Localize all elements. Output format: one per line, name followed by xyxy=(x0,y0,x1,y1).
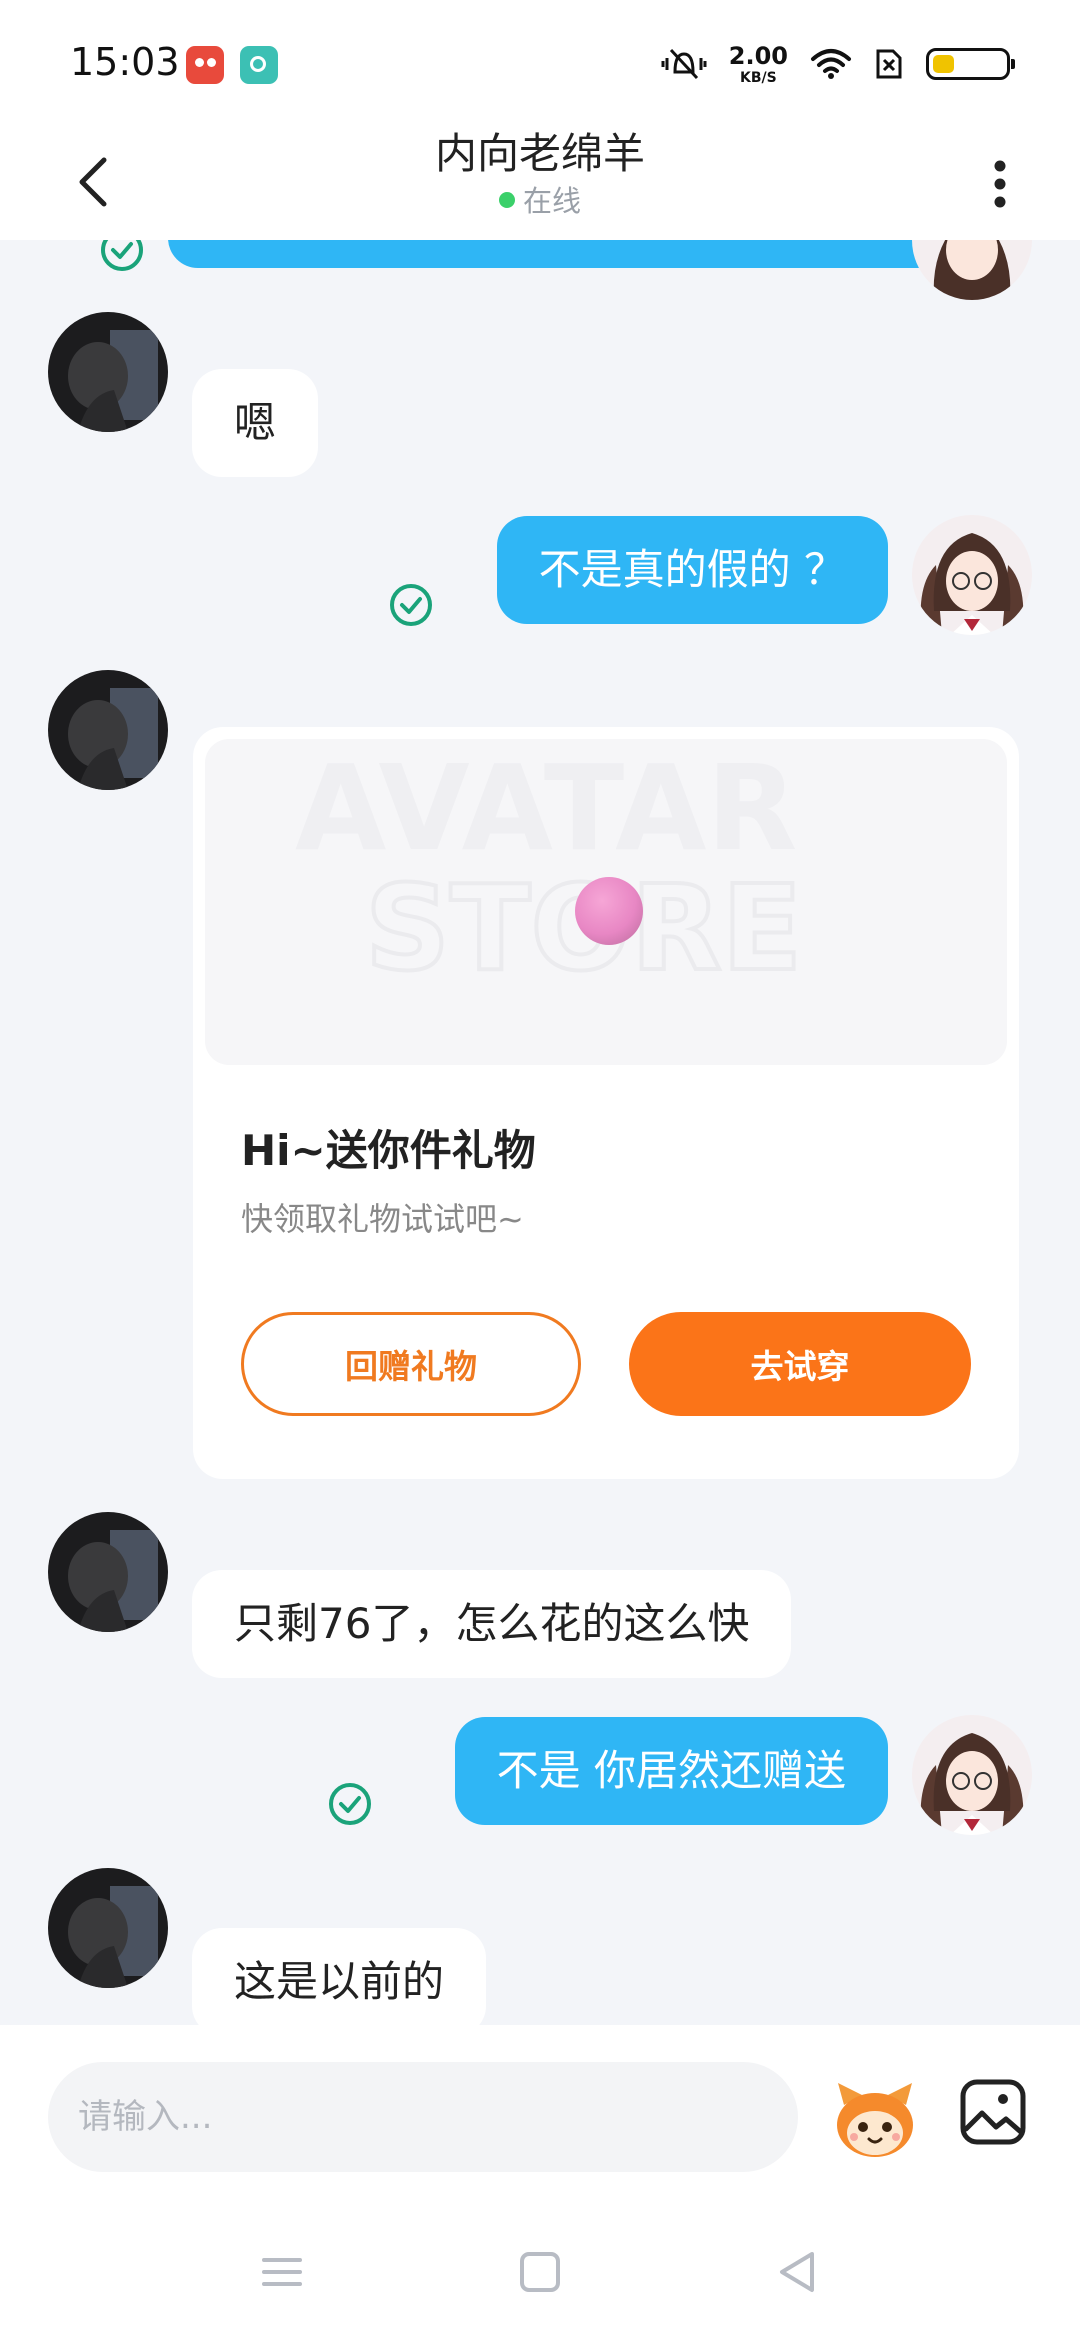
more-vertical-icon xyxy=(994,160,1006,208)
my-avatar[interactable] xyxy=(912,1715,1032,1835)
battery-icon xyxy=(926,48,1015,80)
menu-nav-icon xyxy=(262,2258,302,2286)
message-list[interactable]: 嗯 不是真的假的 ？ AVATAR ST xyxy=(0,240,1080,2025)
menu-nav-button[interactable] xyxy=(252,2242,312,2302)
system-navigation-bar xyxy=(0,2220,1080,2340)
image-button[interactable] xyxy=(958,2077,1028,2147)
gift-card[interactable]: AVATAR STORE Hi~送你件礼物 快领取礼物试试吧~ 回赠礼物 去试穿 xyxy=(193,727,1019,1479)
chat-header: 内向老绵羊 在线 xyxy=(0,120,1080,240)
more-options-button[interactable] xyxy=(970,140,1030,220)
online-dot-icon xyxy=(498,192,515,208)
contact-avatar[interactable] xyxy=(48,670,168,790)
message-bubble-incoming[interactable]: 嗯 xyxy=(192,369,319,477)
gift-title: Hi~送你件礼物 xyxy=(241,1126,536,1175)
read-check-icon xyxy=(101,240,143,271)
network-speed-value: 2.00 xyxy=(728,41,788,70)
message-input[interactable] xyxy=(48,2062,798,2172)
message-bubble-outgoing[interactable]: 不是真的假的 ？ xyxy=(496,516,888,624)
contact-avatar[interactable] xyxy=(48,1512,168,1632)
sticker-icon xyxy=(837,2083,913,2157)
message-bubble-incoming[interactable]: 只剩76了，怎么花的这么快 xyxy=(192,1570,792,1678)
contact-avatar[interactable] xyxy=(48,312,168,432)
image-icon xyxy=(960,2079,1026,2145)
battery-level xyxy=(933,55,954,73)
svg-text:AVATAR: AVATAR xyxy=(295,739,797,877)
network-speed: 2.00 KB/S xyxy=(729,44,788,85)
composer-bar xyxy=(0,2025,1080,2220)
contact-avatar[interactable] xyxy=(48,1868,168,1988)
my-avatar[interactable] xyxy=(912,240,1032,300)
gift-subtitle: 快领取礼物试试吧~ xyxy=(241,1200,524,1238)
return-gift-button[interactable]: 回赠礼物 xyxy=(241,1312,581,1416)
network-speed-unit: KB/S xyxy=(740,69,777,86)
notification-music-icon xyxy=(240,46,278,84)
gift-item-image xyxy=(575,877,643,945)
status-indicators: 2.00 KB/S xyxy=(661,42,1015,86)
my-avatar[interactable] xyxy=(912,515,1032,635)
online-status: 在线 xyxy=(0,178,1080,220)
try-on-button[interactable]: 去试穿 xyxy=(629,1312,971,1416)
mute-vibrate-icon xyxy=(661,48,707,80)
status-bar: 15:03 2.00 KB/S xyxy=(0,0,1080,120)
sticker-button[interactable] xyxy=(830,2075,920,2161)
contact-name: 内向老绵羊 xyxy=(434,129,645,178)
wifi-icon xyxy=(811,49,851,79)
online-status-text: 在线 xyxy=(522,184,581,218)
message-bubble-outgoing[interactable] xyxy=(168,240,968,268)
gift-banner: AVATAR STORE xyxy=(205,739,1007,1065)
message-bubble-outgoing[interactable]: 不是 你居然还赠送 xyxy=(454,1717,888,1825)
home-nav-icon xyxy=(520,2252,560,2292)
back-nav-button[interactable] xyxy=(768,2242,828,2302)
no-sim-icon xyxy=(876,49,902,79)
status-time: 15:03 xyxy=(70,40,180,84)
home-nav-button[interactable] xyxy=(510,2242,570,2302)
read-check-icon xyxy=(329,1783,371,1825)
message-bubble-incoming[interactable]: 这是以前的 xyxy=(192,1928,487,2025)
read-check-icon xyxy=(390,584,432,626)
back-nav-icon xyxy=(780,2252,814,2292)
notification-app-icon xyxy=(186,46,224,84)
